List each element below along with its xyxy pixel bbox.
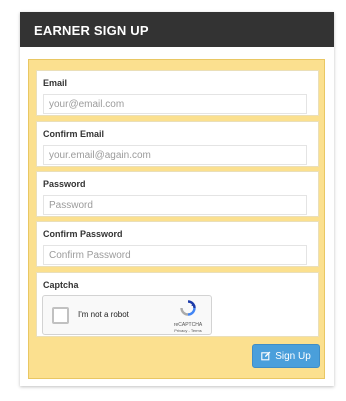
email-label: Email: [43, 78, 68, 88]
recaptcha-icon: [180, 300, 196, 316]
password-field[interactable]: [43, 195, 307, 215]
signup-form: Email Confirm Email Password Confirm Pas…: [28, 59, 325, 379]
confirm-email-label: Confirm Email: [43, 129, 105, 139]
confirm-email-group: Confirm Email: [36, 121, 319, 167]
recaptcha-widget: I'm not a robot reCAPTCHA Privacy - Term…: [42, 295, 212, 335]
captcha-group: Captcha I'm not a robot reCAPTCHA Privac…: [36, 272, 319, 337]
recaptcha-logo: reCAPTCHA Privacy - Terms: [170, 300, 206, 333]
password-group: Password: [36, 171, 319, 217]
confirm-email-field[interactable]: [43, 145, 307, 165]
email-group: Email: [36, 70, 319, 116]
sign-up-label: Sign Up: [275, 350, 311, 362]
captcha-checkbox-label: I'm not a robot: [78, 310, 129, 319]
captcha-label: Captcha: [43, 280, 79, 290]
email-field[interactable]: [43, 94, 307, 114]
captcha-checkbox[interactable]: [52, 307, 69, 324]
confirm-password-label: Confirm Password: [43, 229, 123, 239]
confirm-password-field[interactable]: [43, 245, 307, 265]
confirm-password-group: Confirm Password: [36, 221, 319, 267]
signup-card: EARNER SIGN UP Email Confirm Email Passw…: [20, 12, 334, 386]
sign-up-button[interactable]: Sign Up: [252, 344, 320, 368]
edit-icon: [261, 351, 271, 361]
password-label: Password: [43, 179, 86, 189]
card-title: EARNER SIGN UP: [20, 12, 334, 47]
recaptcha-links[interactable]: Privacy - Terms: [170, 328, 206, 333]
